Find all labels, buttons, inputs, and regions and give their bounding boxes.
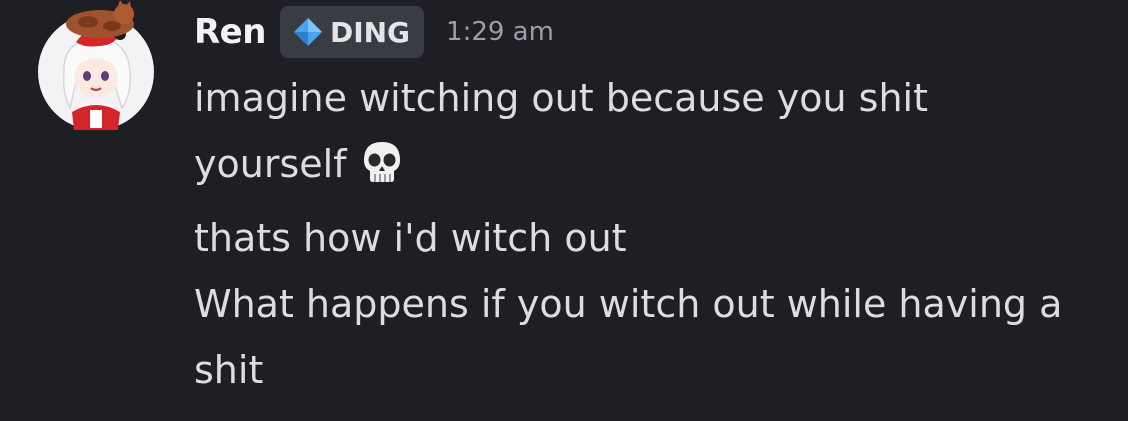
- blue-diamond-icon: [291, 15, 325, 49]
- guild-tag[interactable]: DING: [279, 6, 425, 58]
- message-line: What happens if you witch out while havi…: [194, 282, 1063, 326]
- message-line: thats how i'd witch out: [194, 216, 627, 260]
- message-header: Ren DING 1:29 am: [194, 2, 1114, 62]
- message-line-text: yourself: [194, 142, 347, 186]
- avatar-decoration: [58, 0, 142, 40]
- message-line: yourself: [194, 131, 1114, 205]
- message-body: Ren DING 1:29 am imagine witching out be…: [194, 0, 1114, 403]
- message-line: shit: [194, 348, 264, 392]
- message-line: imagine witching out because you shit: [194, 76, 929, 120]
- timestamp[interactable]: 1:29 am: [446, 17, 554, 47]
- username[interactable]: Ren: [194, 12, 266, 52]
- chat-message: Ren DING 1:29 am imagine witching out be…: [0, 0, 1128, 421]
- skull-emoji-icon: [359, 139, 405, 205]
- guild-tag-label: DING: [329, 15, 411, 49]
